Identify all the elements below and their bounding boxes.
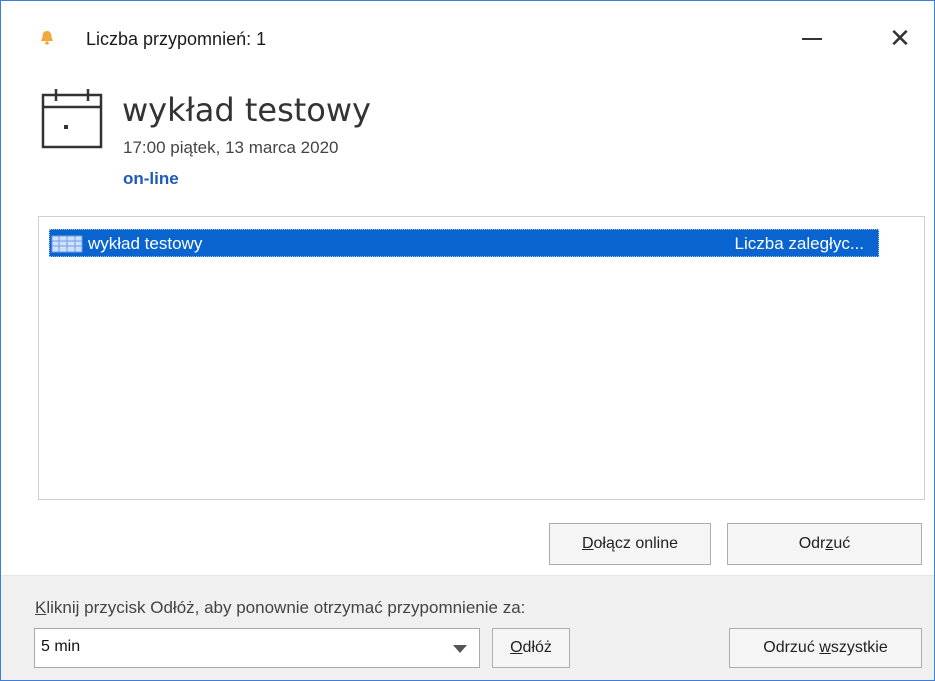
- join-online-label-after: ołącz online: [593, 535, 679, 552]
- window-title: Liczba przypomnień: 1: [86, 29, 267, 49]
- dismiss-all-label-before: Odrzuć: [763, 639, 820, 656]
- reminder-subject: wykład testowy: [88, 234, 203, 253]
- event-location: on-line: [123, 169, 179, 188]
- appointment-icon: [51, 235, 83, 253]
- snooze-label-after: dłóż: [522, 639, 552, 656]
- reminder-due: Liczba zaległyc...: [734, 234, 864, 253]
- dismiss-all-accel: w: [819, 639, 831, 656]
- snooze-duration-select[interactable]: 5 min: [34, 628, 480, 668]
- dismiss-button[interactable]: Odrzuć: [727, 523, 922, 565]
- snooze-duration-value: 5 min: [41, 638, 81, 655]
- event-time: 17:00 piątek, 13 marca 2020: [123, 138, 339, 157]
- dismiss-label-after: uć: [833, 535, 851, 552]
- minimize-button[interactable]: [794, 19, 830, 55]
- join-online-button[interactable]: Dołącz online: [549, 523, 711, 565]
- reminder-list[interactable]: wykład testowy Liczba zaległyc...: [38, 216, 925, 500]
- dismiss-all-button[interactable]: Odrzuć wszystkie: [729, 628, 922, 668]
- snooze-label: Kliknij przycisk Odłóż, aby ponownie otr…: [35, 598, 525, 618]
- join-online-accel: D: [581, 535, 594, 552]
- calendar-icon: [41, 89, 103, 149]
- snooze-accel: O: [510, 639, 523, 656]
- bell-icon: [41, 31, 53, 45]
- snooze-button[interactable]: Odłóż: [492, 628, 570, 668]
- snooze-footer: Kliknij przycisk Odłóż, aby ponownie otr…: [1, 575, 934, 680]
- reminder-window: Liczba przypomnień: 1 ✕ wykład testowy 1…: [0, 0, 935, 681]
- dismiss-all-label-after: szystkie: [830, 639, 888, 656]
- event-title: wykład testowy: [122, 91, 371, 129]
- dismiss-label-before: Odr: [798, 535, 826, 552]
- title-bar: Liczba przypomnień: 1 ✕: [1, 1, 934, 53]
- close-button[interactable]: ✕: [881, 19, 919, 57]
- dropdown-arrow-icon[interactable]: [453, 645, 467, 653]
- snooze-label-accel: K: [35, 598, 47, 617]
- list-item[interactable]: wykład testowy Liczba zaległyc...: [49, 229, 879, 257]
- snooze-label-text: liknij przycisk Odłóż, aby ponownie otrz…: [46, 598, 526, 617]
